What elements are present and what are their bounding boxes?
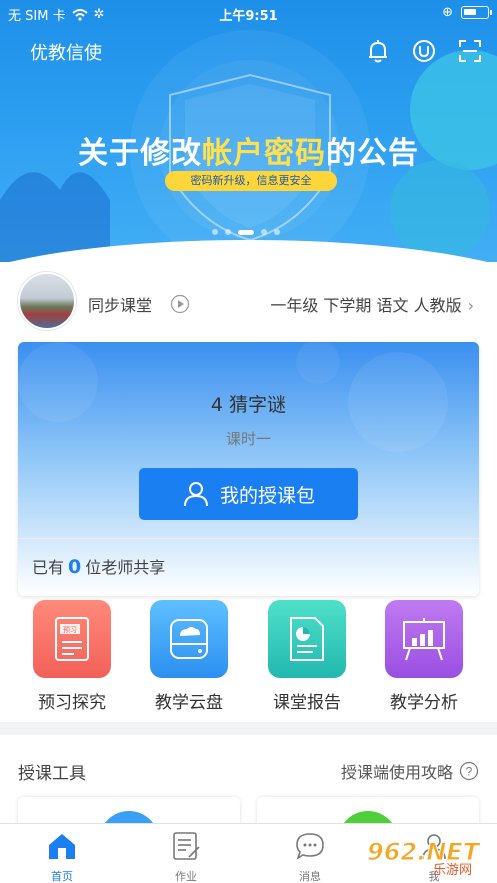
feature-label: 课堂报告 (273, 693, 341, 713)
banner-subtitle: 密码新升级，信息更安全 (165, 171, 337, 191)
site-watermark: 962.NET 乐游网 (363, 836, 489, 879)
feature-preview[interactable]: 预习 预习探究 (14, 600, 130, 713)
user-u-icon[interactable] (411, 38, 437, 64)
banner-dot[interactable] (225, 229, 231, 235)
class-report-icon (268, 600, 346, 678)
status-bar: 无 SIM 卡 ✲ 上午9:51 ⊕ (0, 0, 497, 26)
feature-label: 教学云盘 (155, 693, 223, 713)
play-icon[interactable] (170, 294, 190, 314)
banner-title-suffix: 的公告 (326, 136, 419, 171)
course-avatar (18, 272, 76, 330)
grade-info-label: 一年级 下学期 语文 人教版 (270, 296, 462, 315)
feature-teaching-analysis[interactable]: 教学分析 (366, 600, 482, 713)
banner-dot[interactable] (274, 229, 280, 235)
banner-dot[interactable] (261, 229, 267, 235)
notification-bell-icon[interactable] (365, 38, 391, 64)
tools-guide-link[interactable]: 授课端使用攻略 ? (341, 759, 479, 783)
lesson-card: 4 猜字谜 课时一 我的授课包 已有 0 位老师共享 (18, 342, 479, 596)
watermark-sub: 乐游网 (433, 863, 472, 876)
banner-pagination (212, 229, 280, 235)
nav-bar: 优教信使 (0, 26, 497, 76)
battery-icon (461, 6, 492, 19)
app-title: 优教信使 (30, 43, 102, 64)
question-icon: ? (459, 761, 479, 781)
svg-text:?: ? (466, 765, 473, 779)
grade-info[interactable]: 一年级 下学期 语文 人教版 › (270, 292, 474, 316)
feature-label: 预习探究 (38, 693, 106, 713)
share-suffix: 位老师共享 (85, 558, 166, 577)
status-time: 上午9:51 (219, 9, 278, 24)
chevron-right-icon: › (467, 296, 474, 315)
my-package-label: 我的授课包 (219, 484, 315, 507)
main-content: 同步课堂 一年级 下学期 语文 人教版 › 4 猜字谜 课时一 我的授课包 已有 0… (0, 262, 497, 722)
message-icon (296, 833, 324, 860)
divider (18, 538, 479, 539)
tab-label: 消息 (299, 870, 321, 883)
course-selector[interactable]: 同步课堂 一年级 下学期 语文 人教版 › (18, 272, 478, 330)
feature-label: 教学分析 (390, 693, 458, 713)
watermark-text: 962.NET (367, 838, 481, 866)
banner-title-prefix: 关于修改 (78, 136, 202, 171)
preview-icon-text: 预习 (63, 625, 77, 634)
share-count: 0 (68, 556, 82, 578)
tab-messages[interactable]: 消息 (248, 830, 372, 883)
teaching-tools-section: 授课工具 授课端使用攻略 ? (0, 735, 497, 837)
tab-home[interactable]: 首页 (0, 830, 124, 883)
feature-grid: 预习 预习探究 教学云盘 课堂报告 教学分析 (0, 600, 497, 720)
tab-label: 首页 (51, 870, 73, 883)
home-icon (49, 834, 75, 859)
share-prefix: 已有 (32, 558, 65, 577)
feature-cloud-drive[interactable]: 教学云盘 (131, 600, 247, 713)
orientation-lock-icon: ⊕ (442, 5, 453, 20)
user-icon (183, 482, 208, 507)
feature-class-report[interactable]: 课堂报告 (249, 600, 365, 713)
scan-icon[interactable] (457, 38, 483, 64)
tools-title: 授课工具 (18, 764, 86, 784)
my-package-button[interactable]: 我的授课包 (139, 468, 358, 520)
tab-homework[interactable]: 作业 (124, 830, 248, 883)
banner-dot-active[interactable] (238, 229, 254, 235)
app-root: 无 SIM 卡 ✲ 上午9:51 ⊕ 优教信使 关于修改帐户密码的公告 密码新升… (0, 0, 497, 883)
teaching-analysis-icon (385, 600, 463, 678)
tab-label: 作业 (175, 870, 197, 883)
preview-icon: 预习 (33, 600, 111, 678)
course-name: 同步课堂 (88, 296, 153, 315)
banner-title: 关于修改帐户密码的公告 (0, 128, 497, 172)
lesson-title: 4 猜字谜 (210, 394, 287, 416)
lesson-subtitle: 课时一 (225, 430, 271, 448)
header-area: 无 SIM 卡 ✲ 上午9:51 ⊕ 优教信使 关于修改帐户密码的公告 密码新升… (0, 0, 497, 280)
cloud-drive-icon (150, 600, 228, 678)
share-info: 已有 0 位老师共享 (32, 554, 165, 578)
banner-title-highlight: 帐户密码 (202, 136, 326, 171)
tools-guide-label: 授课端使用攻略 (340, 763, 453, 782)
homework-icon (173, 832, 200, 860)
banner-dot[interactable] (212, 229, 218, 235)
